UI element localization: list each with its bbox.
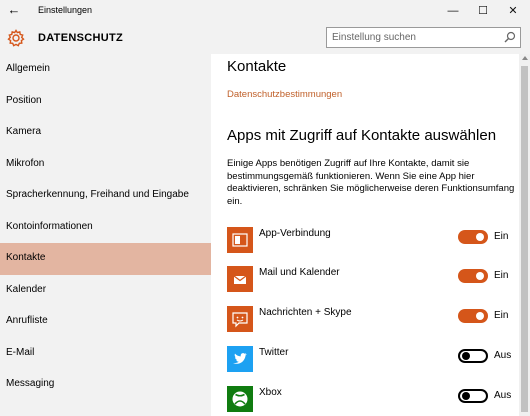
app-row-mail-kalender: Mail und Kalender Ein <box>227 266 517 292</box>
sidebar-item-label: Mikrofon <box>6 157 45 169</box>
back-button[interactable]: ← <box>6 2 22 18</box>
toggle-nachrichten-skype[interactable] <box>458 309 488 323</box>
search-placeholder: Einstellung suchen <box>332 32 416 43</box>
page-header: DATENSCHUTZ Einstellung suchen <box>0 22 530 54</box>
sidebar-item-kontakte[interactable]: Kontakte <box>0 243 211 275</box>
sidebar-item-position[interactable]: Position <box>0 86 211 118</box>
sidebar-item-anrufliste[interactable]: Anrufliste <box>0 306 211 338</box>
app-name: Nachrichten + Skype <box>259 307 352 318</box>
maximize-button[interactable]: ☐ <box>468 0 498 22</box>
xbox-icon <box>227 386 253 412</box>
app-name: Mail und Kalender <box>259 267 340 278</box>
toggle-xbox[interactable] <box>458 389 488 403</box>
sidebar-item-kamera[interactable]: Kamera <box>0 117 211 149</box>
sidebar: Allgemein Position Kamera Mikrofon Sprac… <box>0 54 211 416</box>
app-connector-icon <box>227 227 253 253</box>
sidebar-item-label: Spracherkennung, Freihand und Eingabe <box>6 189 189 200</box>
search-input[interactable]: Einstellung suchen <box>326 27 521 48</box>
app-row-app-verbindung: App-Verbindung Ein <box>227 227 517 253</box>
sidebar-item-kalender[interactable]: Kalender <box>0 275 211 307</box>
sidebar-item-spracherkennung[interactable]: Spracherkennung, Freihand und Eingabe <box>0 180 211 212</box>
toggle-knob <box>476 272 484 280</box>
toggle-app-verbindung[interactable] <box>458 230 488 244</box>
sidebar-item-label: Kontakte <box>6 252 46 263</box>
search-icon[interactable] <box>504 31 516 43</box>
privacy-link[interactable]: Datenschutzbestimmungen <box>227 89 342 100</box>
toggle-state-label: Aus <box>494 350 512 361</box>
window-title: Einstellungen <box>38 5 93 15</box>
sidebar-item-label: Allgemein <box>6 63 50 74</box>
scroll-thumb[interactable] <box>521 66 528 412</box>
gear-icon <box>7 29 25 47</box>
toggle-state-label: Aus <box>494 390 512 401</box>
sidebar-item-kontoinformationen[interactable]: Kontoinformationen <box>0 212 211 244</box>
toggle-knob <box>462 352 470 360</box>
apps-heading: Apps mit Zugriff auf Kontakte auswählen <box>227 127 497 144</box>
toggle-knob <box>476 312 484 320</box>
sidebar-item-allgemein[interactable]: Allgemein <box>0 54 211 86</box>
scrollbar[interactable] <box>519 54 530 416</box>
close-button[interactable]: ✕ <box>498 0 528 22</box>
page-title: Kontakte <box>227 58 287 75</box>
app-name: Xbox <box>259 387 282 398</box>
app-name: Twitter <box>259 347 289 358</box>
description-text: Einige Apps benötigen Zugriff auf Ihre K… <box>227 158 515 207</box>
mail-icon <box>227 266 253 292</box>
sidebar-item-messaging[interactable]: Messaging <box>0 369 211 401</box>
app-name: App-Verbindung <box>259 228 331 239</box>
toggle-mail-kalender[interactable] <box>458 269 488 283</box>
title-bar: ← Einstellungen — ☐ ✕ <box>0 0 530 22</box>
section-title: DATENSCHUTZ <box>38 32 123 44</box>
sidebar-item-label: Kalender <box>6 283 47 295</box>
app-row-xbox: Xbox Aus <box>227 386 517 412</box>
sidebar-item-label: E-Mail <box>6 346 35 358</box>
app-row-twitter: Twitter Aus <box>227 346 517 372</box>
app-row-nachrichten-skype: Nachrichten + Skype Ein <box>227 306 517 332</box>
twitter-icon <box>227 346 253 372</box>
minimize-button[interactable]: — <box>438 0 468 22</box>
toggle-twitter[interactable] <box>458 349 488 363</box>
scroll-up-arrow-icon[interactable] <box>522 56 528 60</box>
sidebar-item-label: Kamera <box>6 126 42 137</box>
sidebar-item-label: Position <box>6 94 42 106</box>
sidebar-item-mikrofon[interactable]: Mikrofon <box>0 149 211 181</box>
sidebar-item-label: Kontoinformationen <box>6 220 93 232</box>
sidebar-item-label: Messaging <box>6 378 55 389</box>
sidebar-item-label: Anrufliste <box>6 315 48 326</box>
sidebar-item-email[interactable]: E-Mail <box>0 338 211 370</box>
toggle-knob <box>462 392 470 400</box>
main-content: Kontakte Datenschutzbestimmungen Apps mi… <box>211 54 519 416</box>
toggle-state-label: Ein <box>494 270 509 281</box>
toggle-state-label: Ein <box>494 231 509 242</box>
toggle-knob <box>476 233 484 241</box>
toggle-state-label: Ein <box>494 310 509 321</box>
messaging-icon <box>227 306 253 332</box>
